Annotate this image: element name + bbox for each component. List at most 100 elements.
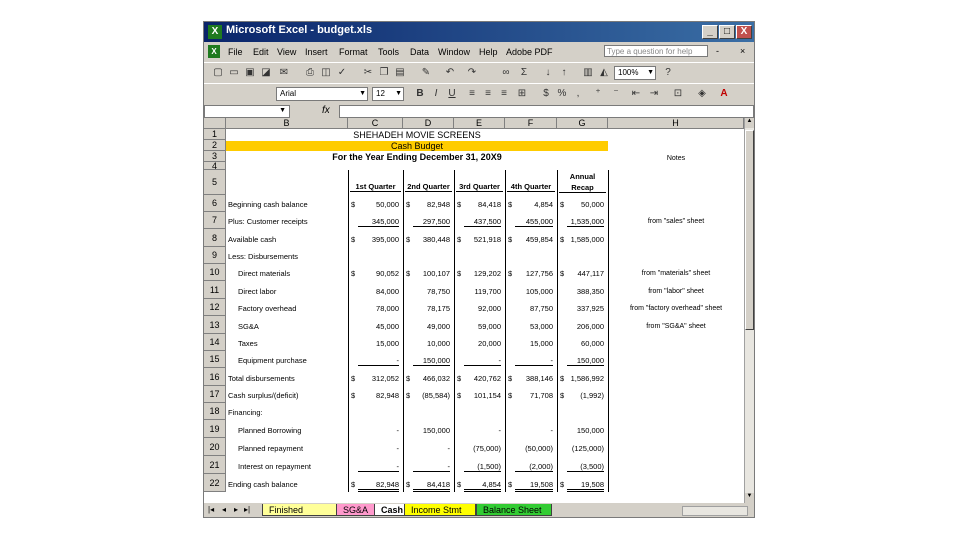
amount-cell[interactable]: (2,000) [515,463,553,472]
sheet-tab[interactable]: Balance Sheet [476,504,552,516]
amount-cell[interactable]: 388,350 [567,288,604,296]
cut-icon[interactable]: ✂ [362,67,374,79]
amount-cell[interactable]: 127,756 [515,270,553,278]
amount-cell[interactable]: 150,000 [567,357,604,366]
font-size-select[interactable]: 12 ▼ [372,87,404,101]
amount-cell[interactable]: 19,508 [515,481,553,492]
amount-cell[interactable]: 521,918 [464,236,501,244]
prev-sheet-icon[interactable]: ◂ [222,505,226,514]
row-header[interactable]: 8 [204,229,226,247]
italic-icon[interactable]: I [430,88,442,100]
amount-cell[interactable]: 101,154 [464,392,501,400]
formula-input[interactable] [339,105,754,118]
row-header[interactable]: 13 [204,316,226,334]
row-header[interactable]: 19 [204,420,226,438]
menu-data[interactable]: Data [410,47,429,57]
amount-cell[interactable]: 50,000 [358,201,399,209]
column-header[interactable]: C [348,118,403,129]
help-icon[interactable]: ? [662,67,674,79]
amount-cell[interactable]: (3,500) [567,463,604,472]
underline-icon[interactable]: U [446,88,458,100]
amount-cell[interactable]: 312,052 [358,375,399,383]
amount-cell[interactable]: 19,508 [567,481,604,492]
amount-cell[interactable]: 150,000 [413,427,450,435]
name-box[interactable]: ▼ [204,105,290,118]
amount-cell[interactable]: 78,750 [413,288,450,296]
amount-cell[interactable]: 15,000 [358,340,399,348]
sort-descending-icon[interactable]: ↑ [558,67,570,79]
amount-cell[interactable]: - [515,357,553,366]
amount-cell[interactable]: (1,500) [464,463,501,472]
copy-icon[interactable]: ❐ [378,67,390,79]
decrease-indent-icon[interactable]: ⇤ [630,88,642,100]
currency-icon[interactable]: $ [540,88,552,100]
column-header[interactable]: E [454,118,505,129]
amount-cell[interactable]: 437,500 [464,218,501,227]
amount-cell[interactable]: 105,000 [515,288,553,296]
amount-cell[interactable]: 92,000 [464,305,501,313]
amount-cell[interactable]: - [358,445,400,453]
sort-ascending-icon[interactable]: ↓ [542,67,554,79]
amount-cell[interactable]: 380,448 [413,236,450,244]
row-header[interactable]: 15 [204,351,226,368]
row-header[interactable]: 6 [204,195,226,212]
menu-adobe-pdf[interactable]: Adobe PDF [506,47,553,57]
amount-cell[interactable]: 420,762 [464,375,501,383]
format-painter-icon[interactable]: ✎ [420,67,432,79]
print-icon[interactable]: ⎙ [304,67,316,79]
amount-cell[interactable]: 206,000 [567,323,604,331]
amount-cell[interactable]: 455,000 [515,218,553,227]
amount-cell[interactable]: 82,948 [413,201,450,209]
new-icon[interactable]: ▢ [212,67,224,79]
row-header[interactable]: 5 [204,170,226,195]
row-header[interactable]: 17 [204,386,226,403]
sheet-tab[interactable]: Finished Goods [262,504,338,516]
amount-cell[interactable]: 71,708 [515,392,553,400]
open-icon[interactable]: ▭ [228,67,240,79]
menu-view[interactable]: View [277,47,296,57]
row-header[interactable]: 21 [204,456,226,474]
amount-cell[interactable]: 337,925 [567,305,604,313]
amount-cell[interactable]: - [358,357,399,366]
amount-cell[interactable]: 395,000 [358,236,399,244]
amount-cell[interactable]: - [413,463,450,472]
email-icon[interactable]: ✉ [278,67,290,79]
amount-cell[interactable]: (85,584) [413,392,450,400]
amount-cell[interactable]: 119,700 [464,288,501,296]
merge-center-icon[interactable]: ⊞ [516,88,528,100]
amount-cell[interactable]: - [464,357,501,366]
first-sheet-icon[interactable]: |◂ [208,505,214,514]
chart-wizard-icon[interactable]: ▥ [582,67,594,79]
amount-cell[interactable]: 60,000 [567,340,604,348]
amount-cell[interactable]: (1,992) [567,392,604,400]
amount-cell[interactable]: 53,000 [515,323,553,331]
amount-cell[interactable]: 129,202 [464,270,501,278]
worksheet-grid[interactable]: B C D E F G H 1 2 3 4 5 6 7 8 9 10 11 12 13 14 15 16 17 18 19 20 21… [204,118,744,503]
doc-minimize-button[interactable]: - [716,46,719,56]
row-header[interactable]: 7 [204,212,226,229]
column-header[interactable]: B [226,118,348,129]
amount-cell[interactable]: - [358,463,399,472]
amount-cell[interactable]: 78,000 [358,305,399,313]
amount-cell[interactable]: 4,854 [464,481,501,492]
bold-icon[interactable]: B [414,88,426,100]
amount-cell[interactable]: 4,854 [515,201,553,209]
row-header[interactable]: 4 [204,162,226,171]
menu-edit[interactable]: Edit [253,47,269,57]
autosum-icon[interactable]: Σ [518,67,530,79]
amount-cell[interactable]: 150,000 [567,427,604,435]
amount-cell[interactable]: 345,000 [358,218,399,227]
amount-cell[interactable]: 50,000 [567,201,604,209]
increase-decimal-icon[interactable]: ⁺ [592,88,604,100]
menu-tools[interactable]: Tools [378,47,399,57]
align-left-icon[interactable]: ≡ [466,88,478,100]
amount-cell[interactable]: (75,000) [464,445,501,453]
close-button[interactable]: X [736,25,752,39]
amount-cell[interactable]: - [464,427,502,435]
borders-icon[interactable]: ⊡ [672,88,684,100]
permission-icon[interactable]: ◪ [260,67,272,79]
maximize-button[interactable]: □ [719,25,735,39]
amount-cell[interactable]: - [413,445,451,453]
drawing-icon[interactable]: ◭ [598,67,610,79]
menu-help[interactable]: Help [479,47,498,57]
